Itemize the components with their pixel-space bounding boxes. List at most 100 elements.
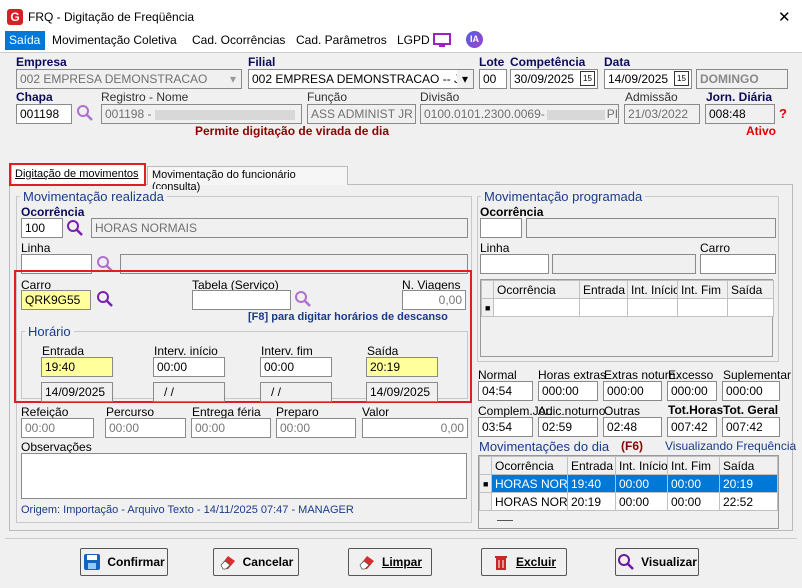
- prog-col-int-inicio[interactable]: Int. Início: [627, 280, 678, 299]
- help-icon[interactable]: ?: [779, 106, 787, 121]
- monitor-icon[interactable]: [432, 33, 452, 49]
- divisao-field: 0100.0101.2300.0069-PIC: [420, 104, 619, 124]
- prog-col-ocorrencia[interactable]: Ocorrência: [493, 280, 580, 299]
- filial-dropdown-icon[interactable]: ▾: [457, 70, 473, 88]
- ocorrencia-code-field[interactable]: 100: [21, 218, 63, 238]
- menu-item-cad-ocorrencias[interactable]: Cad. Ocorrências: [192, 33, 285, 47]
- interv-fim-field[interactable]: 00:00: [260, 357, 332, 377]
- observacoes-field[interactable]: [21, 453, 467, 499]
- dia-col-saida[interactable]: Saída: [719, 456, 778, 475]
- ia-icon[interactable]: IA: [466, 31, 483, 48]
- prog-col-int-fim[interactable]: Int. Fim: [677, 280, 728, 299]
- saida-field[interactable]: 20:19: [366, 357, 438, 377]
- tot-horas-label: Tot.Horas: [668, 403, 724, 417]
- excluir-button[interactable]: Excluir: [481, 548, 567, 576]
- movdia-title: Movimentações do dia: [479, 439, 610, 454]
- programada-ocorrencia-desc: [526, 218, 776, 238]
- chapa-search-icon[interactable]: [76, 104, 94, 122]
- tot-horas-field: 007:42: [667, 417, 717, 437]
- filial-select[interactable]: 002 EMPRESA DEMONSTRACAO -- JUND: [248, 69, 474, 89]
- ocorrencia-search-icon[interactable]: [66, 219, 84, 237]
- dia-col-int-fim[interactable]: Int. Fim: [667, 456, 720, 475]
- table-row[interactable]: HORAS NORM20:1900:0000:0022:52: [479, 492, 778, 511]
- valor-label: Valor: [362, 405, 390, 419]
- tabela-field[interactable]: [192, 290, 291, 310]
- confirmar-button[interactable]: Confirmar: [80, 548, 168, 576]
- cancelar-button[interactable]: Cancelar: [213, 548, 299, 576]
- programada-ocorrencia-label: Ocorrência: [480, 205, 544, 219]
- extras-field: 000:00: [538, 381, 598, 401]
- refeicao-field[interactable]: 00:00: [21, 418, 94, 438]
- registro-label: Registro - Nome: [101, 90, 189, 104]
- dia-col-entrada[interactable]: Entrada: [567, 456, 616, 475]
- lote-field[interactable]: 00: [479, 69, 507, 89]
- competencia-calendar-icon[interactable]: 15: [580, 71, 595, 86]
- title-bar: G FRQ - Digitação de Freqüência ✕: [0, 0, 802, 30]
- programada-title: Movimentação programada: [481, 189, 646, 204]
- programada-grid[interactable]: Ocorrência Entrada Int. Início Int. Fim Saíd…: [480, 279, 774, 357]
- programada-carro-field: [700, 254, 776, 274]
- tabela-search-icon[interactable]: [294, 290, 312, 308]
- menu-item-lgpd[interactable]: LGPD: [397, 33, 430, 47]
- table-row[interactable]: ■HORAS NORM19:4000:0000:0020:19: [479, 474, 778, 493]
- movdia-grid[interactable]: Ocorrência Entrada Int. Início Int. Fim Saíd…: [478, 455, 779, 529]
- dia-col-int-inicio[interactable]: Int. Início: [615, 456, 668, 475]
- blurred-name: [155, 109, 296, 120]
- percurso-field[interactable]: 00:00: [105, 418, 186, 438]
- visualizar-button[interactable]: Visualizar: [615, 548, 699, 576]
- prog-col-entrada[interactable]: Entrada: [579, 280, 628, 299]
- interv-inicio-date-field: / /: [153, 382, 225, 402]
- row-indicator-icon: ■: [481, 298, 494, 317]
- valor-field[interactable]: 0,00: [362, 418, 468, 438]
- chapa-field[interactable]: 001198: [16, 104, 72, 124]
- programada-linha-field: [480, 254, 549, 274]
- chapa-label: Chapa: [16, 90, 53, 104]
- interv-inicio-field[interactable]: 00:00: [153, 357, 225, 377]
- complem-field: 03:54: [478, 417, 533, 437]
- percurso-label: Percurso: [106, 405, 155, 419]
- adic-noturno-label: Adic.noturno: [538, 404, 606, 418]
- carro-field[interactable]: QRK9G55: [21, 290, 91, 310]
- funcao-label: Função: [307, 90, 348, 104]
- limpar-button[interactable]: Limpar: [348, 548, 432, 576]
- menu-item-saida[interactable]: Saída: [5, 31, 45, 50]
- entrada-date-field: 14/09/2025: [41, 382, 113, 402]
- realizada-title: Movimentação realizada: [20, 189, 167, 204]
- tab-movimentacao-funcionario[interactable]: Movimentação do funcionário (consulta): [147, 166, 348, 193]
- entrega-field[interactable]: 00:00: [191, 418, 271, 438]
- prog-col-saida[interactable]: Saída: [727, 280, 774, 299]
- admissao-field: 21/03/2022: [624, 104, 700, 124]
- empresa-label: Empresa: [16, 55, 67, 69]
- preparo-field[interactable]: 00:00: [276, 418, 356, 438]
- data-calendar-icon[interactable]: 15: [674, 71, 689, 86]
- extras-label: Horas extras: [538, 368, 607, 382]
- admissao-label: Admissão: [625, 90, 678, 104]
- interv-inicio-label: Interv. início: [154, 344, 218, 358]
- carro-search-icon[interactable]: [96, 290, 114, 308]
- normal-label: Normal: [478, 368, 517, 382]
- programada-ocorrencia-code: [480, 218, 522, 238]
- dia-col-ocorrencia[interactable]: Ocorrência: [491, 456, 568, 475]
- suplementar-label: Suplementar: [723, 368, 792, 382]
- grid-scroll-indicator: [497, 520, 513, 521]
- empresa-select[interactable]: 002 EMPRESA DEMONSTRACAO: [16, 69, 242, 89]
- divisao-label: Divisão: [420, 90, 460, 104]
- tot-geral-field: 007:42: [722, 417, 780, 437]
- entrada-field[interactable]: 19:40: [41, 357, 113, 377]
- nviagens-field[interactable]: 0,00: [402, 290, 466, 310]
- data-label: Data: [604, 55, 631, 69]
- dia-semana-field: DOMINGO: [696, 69, 788, 89]
- trash-icon: [494, 556, 507, 570]
- f8-hint: [F8] para digitar horários de descanso: [248, 311, 448, 323]
- menu-item-cad-parametros[interactable]: Cad. Parâmetros: [296, 33, 387, 47]
- empresa-dropdown-icon[interactable]: ▾: [225, 70, 241, 88]
- menu-item-mov-coletiva[interactable]: Movimentação Coletiva: [52, 33, 177, 47]
- eraser-icon: [220, 556, 235, 570]
- excesso-field: 000:00: [667, 381, 717, 401]
- close-icon[interactable]: ✕: [778, 8, 791, 26]
- saida-label: Saída: [367, 344, 399, 358]
- ocorrencia-desc-field: HORAS NORMAIS: [91, 218, 468, 238]
- entrega-label: Entrega féria: [192, 405, 261, 419]
- entrada-label: Entrada: [42, 344, 85, 358]
- blurred-division: [546, 109, 605, 120]
